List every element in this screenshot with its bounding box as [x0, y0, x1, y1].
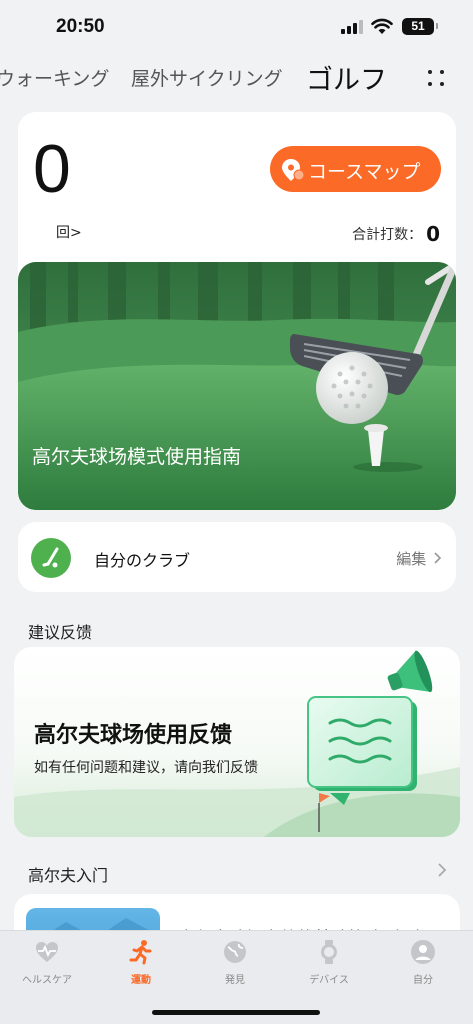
nav-devices[interactable]: デバイス: [282, 939, 376, 986]
feedback-card-title: 高尔夫球场使用反馈: [34, 723, 233, 748]
signal-icon: [341, 20, 363, 34]
feedback-card-desc: 如有任何问题和建议，请向我们反馈: [34, 760, 258, 776]
tab-walking[interactable]: ウォーキング: [0, 64, 109, 91]
edit-clubs-link[interactable]: 編集: [396, 548, 442, 569]
banner-title: 高尔夫球场模式使用指南: [32, 446, 242, 468]
battery-icon: 51: [402, 18, 434, 35]
course-map-button[interactable]: コースマップ: [270, 146, 441, 192]
edit-label: 編集: [396, 550, 427, 568]
total-strokes-label: 合計打数：: [352, 227, 423, 243]
my-clubs-label: 自分のクラブ: [94, 551, 191, 570]
running-icon: [129, 940, 152, 965]
tab-outdoor-cycling[interactable]: 屋外サイクリング: [131, 64, 283, 91]
chevron-right-icon: [434, 552, 442, 564]
rounds-count: 0: [33, 131, 71, 207]
course-map-label: コースマップ: [308, 161, 421, 183]
golf-course-illustration: [18, 262, 456, 510]
total-strokes-value: 0: [426, 222, 440, 246]
feedback-card[interactable]: 高尔夫球场使用反馈 如有任何问题和建议，请向我们反馈: [14, 647, 460, 837]
globe-icon: [224, 941, 246, 963]
chevron-right-icon[interactable]: [437, 862, 447, 878]
golf-club-icon: [31, 538, 71, 578]
feedback-section-title: 建议反馈: [28, 623, 93, 642]
nav-discover-label: 発見: [225, 975, 245, 986]
rounds-link[interactable]: 回>: [56, 222, 82, 242]
battery-tip: [436, 23, 438, 29]
watch-icon: [321, 940, 337, 964]
nav-me-label: 自分: [413, 975, 433, 986]
nav-exercise[interactable]: 運動: [94, 939, 188, 986]
status-time: 20:50: [56, 16, 105, 37]
nav-health-label: ヘルスケア: [22, 975, 72, 986]
my-clubs-row[interactable]: 自分のクラブ 編集: [18, 522, 456, 592]
map-pin-icon: [282, 159, 305, 181]
nav-health[interactable]: ヘルスケア: [0, 939, 94, 986]
home-indicator: [152, 1010, 320, 1015]
golf-summary-card: 0 回> コースマップ 合計打数： 0 高尔夫球场模式使用指南: [18, 112, 456, 510]
heart-pulse-icon: [36, 942, 58, 962]
status-bar: 20:50 51: [0, 0, 473, 56]
nav-me[interactable]: 自分: [376, 939, 470, 986]
nav-exercise-label: 運動: [131, 975, 151, 986]
sport-tabs: ウォーキング 屋外サイクリング ゴルフ: [0, 56, 473, 98]
wifi-icon: [371, 18, 393, 34]
total-strokes: 合計打数： 0: [352, 222, 440, 246]
golf-intro-section-title: 高尔夫入门: [28, 866, 109, 885]
nav-discover[interactable]: 発見: [188, 939, 282, 986]
tab-golf[interactable]: ゴルフ: [306, 58, 387, 97]
golf-guide-banner[interactable]: 高尔夫球场模式使用指南: [18, 262, 456, 510]
nav-devices-label: デバイス: [309, 975, 349, 986]
person-icon: [411, 940, 435, 964]
more-icon[interactable]: [426, 68, 446, 88]
